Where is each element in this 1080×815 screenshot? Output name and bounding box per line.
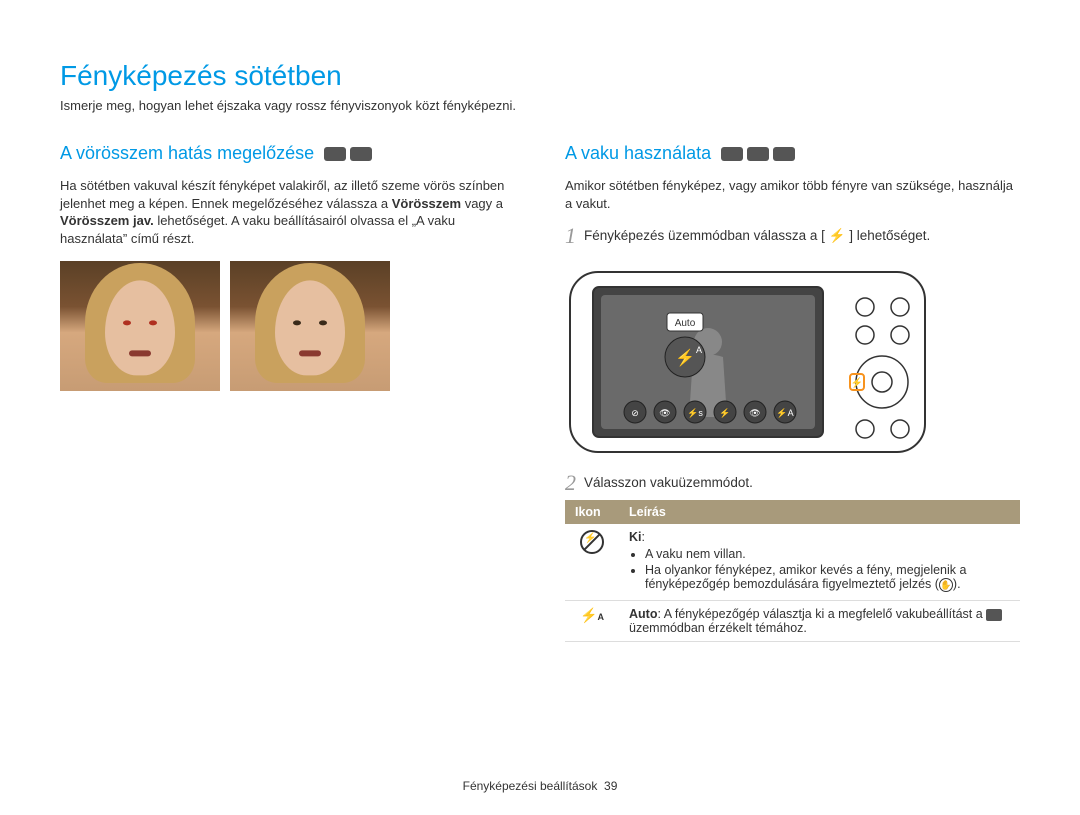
svg-text:👁: 👁 <box>749 408 760 418</box>
mode-p-icon <box>324 147 346 161</box>
svg-text:⚡A: ⚡A <box>776 407 793 419</box>
left-column: A vörösszem hatás megelőzése Ha sötétben… <box>60 143 515 642</box>
camera-illustration: Auto ⚡ A ⊘ 👁 ⚡s ⚡ 👁 ⚡A <box>565 257 1020 460</box>
mode-p-icon <box>747 147 769 161</box>
left-body: Ha sötétben vakuval készít fényképet val… <box>60 177 515 247</box>
svg-text:⚡: ⚡ <box>719 407 730 419</box>
smart-auto-mode-icon <box>986 609 1002 621</box>
left-heading: A vörösszem hatás megelőzése <box>60 143 314 164</box>
flash-modes-table: Ikon Leírás Ki: A vaku nem villan. Ha ol… <box>565 500 1020 642</box>
right-body: Amikor sötétben fényképez, vagy amikor t… <box>565 177 1020 212</box>
table-row: ⚡A Auto: A fényképezőgép választja ki a … <box>565 601 1020 642</box>
svg-text:⚡s: ⚡s <box>687 407 703 419</box>
page-title: Fényképezés sötétben <box>60 60 1020 92</box>
mode-icons-left <box>324 147 372 161</box>
svg-text:A: A <box>696 345 702 355</box>
bullet-flash-off: A vaku nem villan. <box>645 547 1010 561</box>
svg-text:👁: 👁 <box>659 408 670 418</box>
svg-text:⚡: ⚡ <box>675 348 695 367</box>
right-heading: A vaku használata <box>565 143 711 164</box>
mode-scene-icon <box>773 147 795 161</box>
mode-smartauto-icon <box>721 147 743 161</box>
bullet-shake-warning: Ha olyankor fényképez, amikor kevés a fé… <box>645 563 1010 592</box>
step-1-text: Fényképezés üzemmódban válassza a [ ⚡ ] … <box>584 225 930 244</box>
step-number-1: 1 <box>565 225 576 247</box>
flash-off-icon <box>580 530 604 554</box>
sample-photo-corrected <box>230 261 390 391</box>
step-2-text: Válasszon vakuüzemmódot. <box>584 472 753 490</box>
svg-text:⊘: ⊘ <box>631 408 639 418</box>
shake-warning-icon: ✋ <box>939 578 953 592</box>
mode-icons-right <box>721 147 795 161</box>
table-header-icon: Ikon <box>565 500 619 524</box>
intro-text: Ismerje meg, hogyan lehet éjszaka vagy r… <box>60 98 1020 113</box>
svg-text:⚡: ⚡ <box>851 376 863 389</box>
mode-scene-icon <box>350 147 372 161</box>
table-header-desc: Leírás <box>619 500 1020 524</box>
right-column: A vaku használata Amikor sötétben fényké… <box>565 143 1020 642</box>
flash-icon: ⚡ <box>829 228 846 244</box>
sample-photo-red-eye <box>60 261 220 391</box>
flash-auto-icon: ⚡A <box>580 607 604 624</box>
camera-tooltip-label: Auto <box>675 318 696 329</box>
table-row: Ki: A vaku nem villan. Ha olyankor fényk… <box>565 524 1020 601</box>
page-footer: Fényképezési beállítások 39 <box>0 779 1080 793</box>
step-number-2: 2 <box>565 472 576 494</box>
